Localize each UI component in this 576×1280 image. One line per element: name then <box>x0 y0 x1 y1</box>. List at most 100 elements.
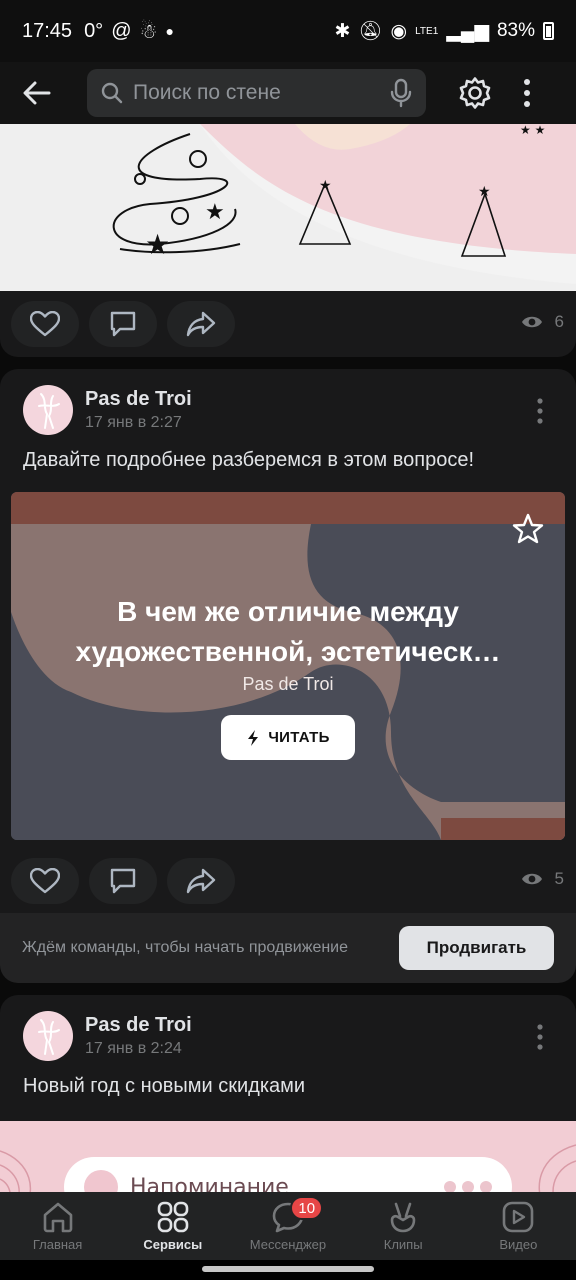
wall-feed[interactable]: ★ ★ ★ ★ ★ ★ 6 Pas de Troi 17 янв в 2:27 … <box>0 124 576 1192</box>
ballet-logo-icon <box>38 1019 60 1055</box>
post-author[interactable]: Pas de Troi <box>85 1014 192 1037</box>
battery-icon <box>543 22 554 40</box>
promotion-text: Ждём команды, чтобы начать продвижение <box>22 939 349 956</box>
read-button-label: ЧИТАТЬ <box>268 729 330 746</box>
promotion-bar: Ждём команды, чтобы начать продвижение П… <box>0 913 576 983</box>
at-icon: @ <box>111 19 132 42</box>
post-text: Новый год с новыми скидками <box>23 1075 306 1097</box>
unread-badge: 10 <box>290 1196 324 1220</box>
heart-icon <box>30 868 60 894</box>
views-counter: 5 <box>521 869 564 889</box>
dots-icon <box>444 1181 492 1192</box>
temperature-text: 0° <box>84 19 104 42</box>
status-right-icons: ✱ 🔕︎ ◉ LTE1 ▂▄▆ 83% <box>334 19 554 43</box>
system-navigation-bar <box>0 1260 576 1280</box>
mute-icon: 🔕︎ <box>358 21 383 42</box>
post-card: Pas de Troi 17 янв в 2:24 Новый год с но… <box>0 995 576 1192</box>
top-bar: Поиск по стене <box>0 62 576 124</box>
svg-text:★: ★ <box>319 178 332 194</box>
views-counter: 6 <box>521 312 564 332</box>
tab-label: Главная <box>32 1237 83 1252</box>
tab-label: Мессенджер <box>249 1237 327 1252</box>
more-vertical-icon <box>537 398 543 424</box>
arrow-left-icon <box>23 81 51 105</box>
back-button[interactable] <box>14 70 60 116</box>
eye-icon <box>521 316 542 328</box>
comment-button[interactable] <box>89 301 157 347</box>
post-options-button[interactable] <box>530 391 550 431</box>
post-actions <box>11 858 235 904</box>
more-menu-button[interactable] <box>512 70 542 116</box>
article-snippet[interactable]: В чем же отличие между художественной, э… <box>11 492 565 840</box>
ballet-logo-icon <box>84 1170 118 1192</box>
search-icon <box>101 82 123 104</box>
views-count: 5 <box>554 869 564 888</box>
bluetooth-icon: ✱ <box>334 20 351 42</box>
promote-button[interactable]: Продвигать <box>399 926 554 970</box>
tab-services[interactable]: Сервисы <box>115 1192 230 1260</box>
search-field[interactable]: Поиск по стене <box>87 69 426 117</box>
tab-label: Видео <box>499 1237 538 1252</box>
share-icon <box>186 311 216 337</box>
reminder-banner: Напоминание <box>64 1157 512 1192</box>
share-button[interactable] <box>167 858 235 904</box>
tab-clips[interactable]: Клипы <box>346 1192 461 1260</box>
snowman-icon: ☃ <box>139 20 158 43</box>
status-time: 17:45 <box>22 19 73 42</box>
post-options-button[interactable] <box>530 1017 550 1057</box>
ballet-logo-icon <box>38 393 60 429</box>
clips-icon <box>390 1202 416 1233</box>
search-placeholder: Поиск по стене <box>133 81 281 104</box>
avatar[interactable] <box>23 1011 73 1061</box>
settings-button[interactable] <box>452 70 498 116</box>
svg-text:★ ★: ★ ★ <box>520 124 545 137</box>
tab-messenger[interactable]: 10 Мессенджер <box>230 1192 345 1260</box>
post-image[interactable]: Напоминание <box>0 1121 576 1192</box>
tab-video[interactable]: Видео <box>461 1192 576 1260</box>
home-icon <box>43 1202 72 1233</box>
share-icon <box>186 868 216 894</box>
like-button[interactable] <box>11 858 79 904</box>
like-button[interactable] <box>11 301 79 347</box>
lightning-icon <box>248 729 259 746</box>
comment-icon <box>110 868 136 894</box>
services-icon <box>157 1201 189 1233</box>
video-icon <box>503 1201 534 1233</box>
star-icon <box>512 513 544 544</box>
comment-icon <box>110 311 136 337</box>
bottom-tab-bar: Главная Сервисы 10 Мессенджер Клипы Виде… <box>0 1192 576 1260</box>
post-author[interactable]: Pas de Troi <box>85 388 192 411</box>
home-gesture-handle[interactable] <box>202 1266 374 1272</box>
more-vertical-icon <box>537 1024 543 1050</box>
comment-button[interactable] <box>89 858 157 904</box>
post-header[interactable]: Pas de Troi 17 янв в 2:24 <box>23 1011 192 1061</box>
dot-icon: ● <box>165 23 174 39</box>
microphone-icon[interactable] <box>390 78 412 108</box>
views-count: 6 <box>554 312 564 331</box>
status-left-icons: 0° @ ☃ ● <box>84 19 174 44</box>
post-actions <box>11 301 235 347</box>
post-image[interactable]: ★ ★ ★ ★ ★ ★ <box>0 124 576 291</box>
avatar[interactable] <box>23 385 73 435</box>
gear-icon <box>459 77 491 109</box>
reminder-text: Напоминание <box>130 1174 289 1193</box>
post-header[interactable]: Pas de Troi 17 янв в 2:27 <box>23 385 192 435</box>
post-card: Pas de Troi 17 янв в 2:27 Давайте подроб… <box>0 369 576 983</box>
wifi-icon: ◉ <box>390 20 408 42</box>
bookmark-button[interactable] <box>511 512 545 546</box>
post-date[interactable]: 17 янв в 2:27 <box>85 414 192 432</box>
share-button[interactable] <box>167 301 235 347</box>
tab-label: Клипы <box>383 1237 423 1252</box>
article-author: Pas de Troi <box>242 674 334 694</box>
article-title: В чем же отличие между художественной, э… <box>75 596 501 667</box>
battery-text: 83% <box>496 20 535 41</box>
post-card: ★ ★ ★ ★ ★ ★ 6 <box>0 124 576 357</box>
post-date[interactable]: 17 янв в 2:24 <box>85 1040 192 1058</box>
tab-home[interactable]: Главная <box>0 1192 115 1260</box>
heart-icon <box>30 311 60 337</box>
read-button[interactable]: ЧИТАТЬ <box>221 715 355 760</box>
more-vertical-icon <box>524 79 530 107</box>
svg-text:★: ★ <box>145 228 170 261</box>
svg-text:★: ★ <box>205 200 225 225</box>
svg-text:★: ★ <box>478 184 491 200</box>
